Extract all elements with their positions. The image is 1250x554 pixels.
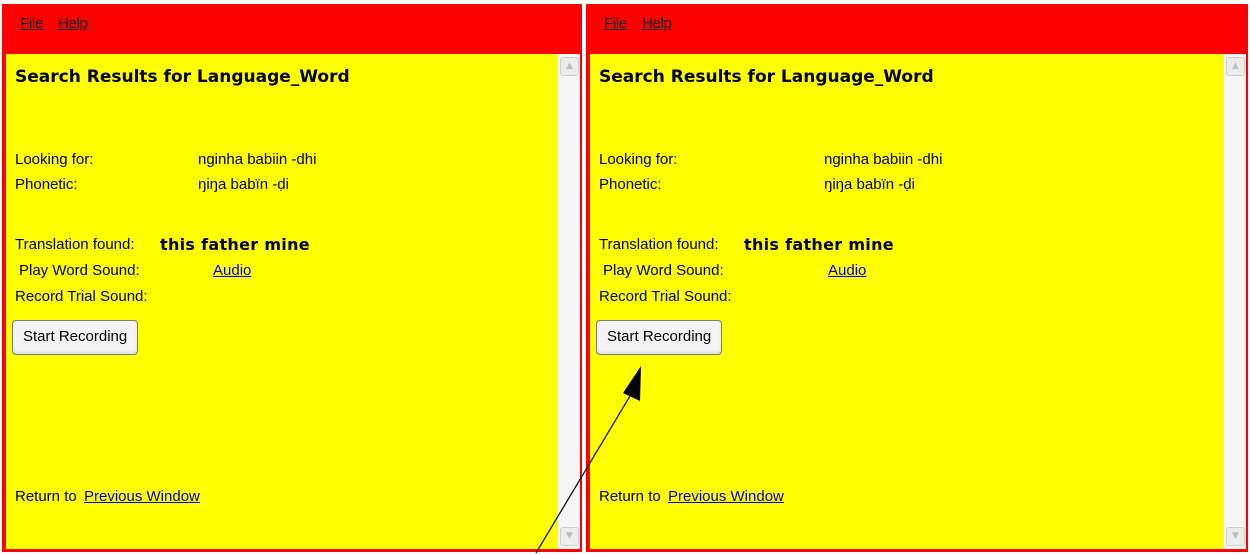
annotation-arrow-icon xyxy=(535,366,641,554)
